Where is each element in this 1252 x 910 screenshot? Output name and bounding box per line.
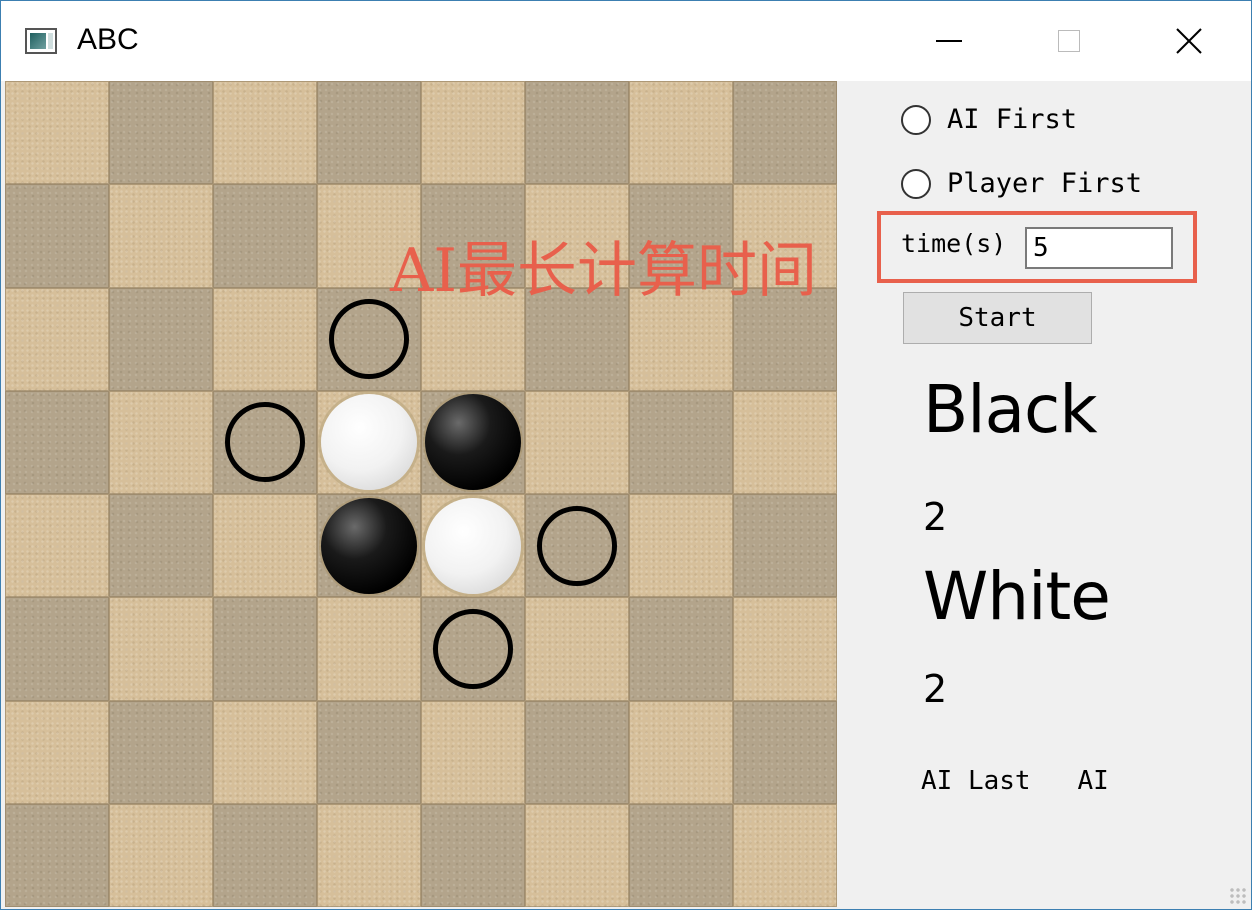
board-cell[interactable] bbox=[5, 184, 109, 288]
start-button[interactable]: Start bbox=[903, 292, 1092, 344]
white-label: White bbox=[923, 558, 1111, 635]
maximize-icon bbox=[1058, 30, 1080, 52]
black-label: Black bbox=[923, 371, 1098, 448]
window-app-icon bbox=[25, 28, 57, 54]
resize-grip-icon[interactable] bbox=[1229, 887, 1247, 905]
title-bar[interactable]: ABC bbox=[1, 1, 1251, 81]
board-cell[interactable] bbox=[109, 597, 213, 701]
maximize-button[interactable] bbox=[1009, 1, 1129, 81]
black-count: 2 bbox=[923, 495, 948, 539]
white-piece bbox=[425, 497, 521, 594]
ai-first-label: AI First bbox=[947, 104, 1078, 135]
board-cell[interactable] bbox=[525, 700, 629, 804]
board-cell[interactable] bbox=[317, 494, 421, 598]
ai-first-option[interactable]: AI First bbox=[901, 104, 1077, 135]
board-cell[interactable] bbox=[421, 597, 525, 701]
board-cell[interactable] bbox=[525, 494, 629, 598]
valid-move-marker[interactable] bbox=[225, 402, 305, 483]
board-cell[interactable] bbox=[109, 184, 213, 288]
last-move-status: AI Last AI bbox=[921, 766, 1109, 796]
window-title: ABC bbox=[77, 23, 139, 56]
board-cell[interactable] bbox=[213, 390, 317, 494]
board-cell[interactable] bbox=[525, 803, 629, 907]
board-cell[interactable] bbox=[421, 81, 525, 185]
board-cell[interactable] bbox=[317, 700, 421, 804]
board-cell[interactable] bbox=[109, 494, 213, 598]
board-cell[interactable] bbox=[109, 390, 213, 494]
valid-move-marker[interactable] bbox=[329, 299, 409, 380]
minimize-button[interactable] bbox=[889, 1, 1009, 81]
valid-move-marker[interactable] bbox=[433, 608, 513, 689]
board-cell[interactable] bbox=[317, 390, 421, 494]
board-cell[interactable] bbox=[213, 287, 317, 391]
board-cell[interactable] bbox=[213, 597, 317, 701]
board-cell[interactable] bbox=[213, 494, 317, 598]
player-first-option[interactable]: Player First bbox=[901, 168, 1142, 199]
board-cell[interactable] bbox=[5, 700, 109, 804]
board-cell[interactable] bbox=[629, 700, 733, 804]
board-cell[interactable] bbox=[109, 700, 213, 804]
board-cell[interactable] bbox=[733, 494, 837, 598]
board-cell[interactable] bbox=[421, 700, 525, 804]
board-cell[interactable] bbox=[109, 287, 213, 391]
board-cell[interactable] bbox=[5, 287, 109, 391]
board-cell[interactable] bbox=[525, 390, 629, 494]
minimize-icon bbox=[936, 40, 962, 42]
board-cell[interactable] bbox=[733, 81, 837, 185]
board-cell[interactable] bbox=[317, 81, 421, 185]
board-cell[interactable] bbox=[421, 803, 525, 907]
white-count: 2 bbox=[923, 667, 948, 711]
close-icon bbox=[1176, 28, 1202, 54]
board-cell[interactable] bbox=[629, 494, 733, 598]
board-cell[interactable] bbox=[213, 184, 317, 288]
board-cell[interactable] bbox=[629, 81, 733, 185]
board-cell[interactable] bbox=[733, 390, 837, 494]
board-cell[interactable] bbox=[317, 597, 421, 701]
ai-first-radio[interactable] bbox=[901, 104, 931, 135]
board-cell[interactable] bbox=[733, 597, 837, 701]
board-cell[interactable] bbox=[213, 700, 317, 804]
board-cell[interactable] bbox=[5, 390, 109, 494]
player-first-radio[interactable] bbox=[901, 168, 931, 199]
game-board bbox=[5, 81, 837, 907]
annotation-highlight-box bbox=[877, 211, 1197, 283]
board-cell[interactable] bbox=[109, 803, 213, 907]
board-cell[interactable] bbox=[109, 81, 213, 185]
close-button[interactable] bbox=[1129, 1, 1249, 81]
valid-move-marker[interactable] bbox=[537, 505, 617, 586]
board-cell[interactable] bbox=[213, 803, 317, 907]
board-cell[interactable] bbox=[213, 81, 317, 185]
app-window: ABC AI First Player First time(s) Start … bbox=[0, 0, 1252, 910]
board-cell[interactable] bbox=[525, 597, 629, 701]
board-cell[interactable] bbox=[5, 494, 109, 598]
annotation-label: AI最长计算时间 bbox=[390, 236, 818, 306]
board-cell[interactable] bbox=[525, 81, 629, 185]
player-first-label: Player First bbox=[947, 168, 1143, 199]
black-piece bbox=[321, 497, 417, 594]
board-cell[interactable] bbox=[629, 597, 733, 701]
board-cell[interactable] bbox=[629, 390, 733, 494]
board-cell[interactable] bbox=[629, 803, 733, 907]
black-piece bbox=[425, 394, 521, 491]
board-cell[interactable] bbox=[5, 597, 109, 701]
white-piece bbox=[321, 394, 417, 491]
board-cell[interactable] bbox=[733, 700, 837, 804]
board-cell[interactable] bbox=[421, 390, 525, 494]
board-cell[interactable] bbox=[421, 494, 525, 598]
board-cell[interactable] bbox=[317, 803, 421, 907]
board-cell[interactable] bbox=[5, 81, 109, 185]
board-cell[interactable] bbox=[733, 803, 837, 907]
board-cell[interactable] bbox=[5, 803, 109, 907]
